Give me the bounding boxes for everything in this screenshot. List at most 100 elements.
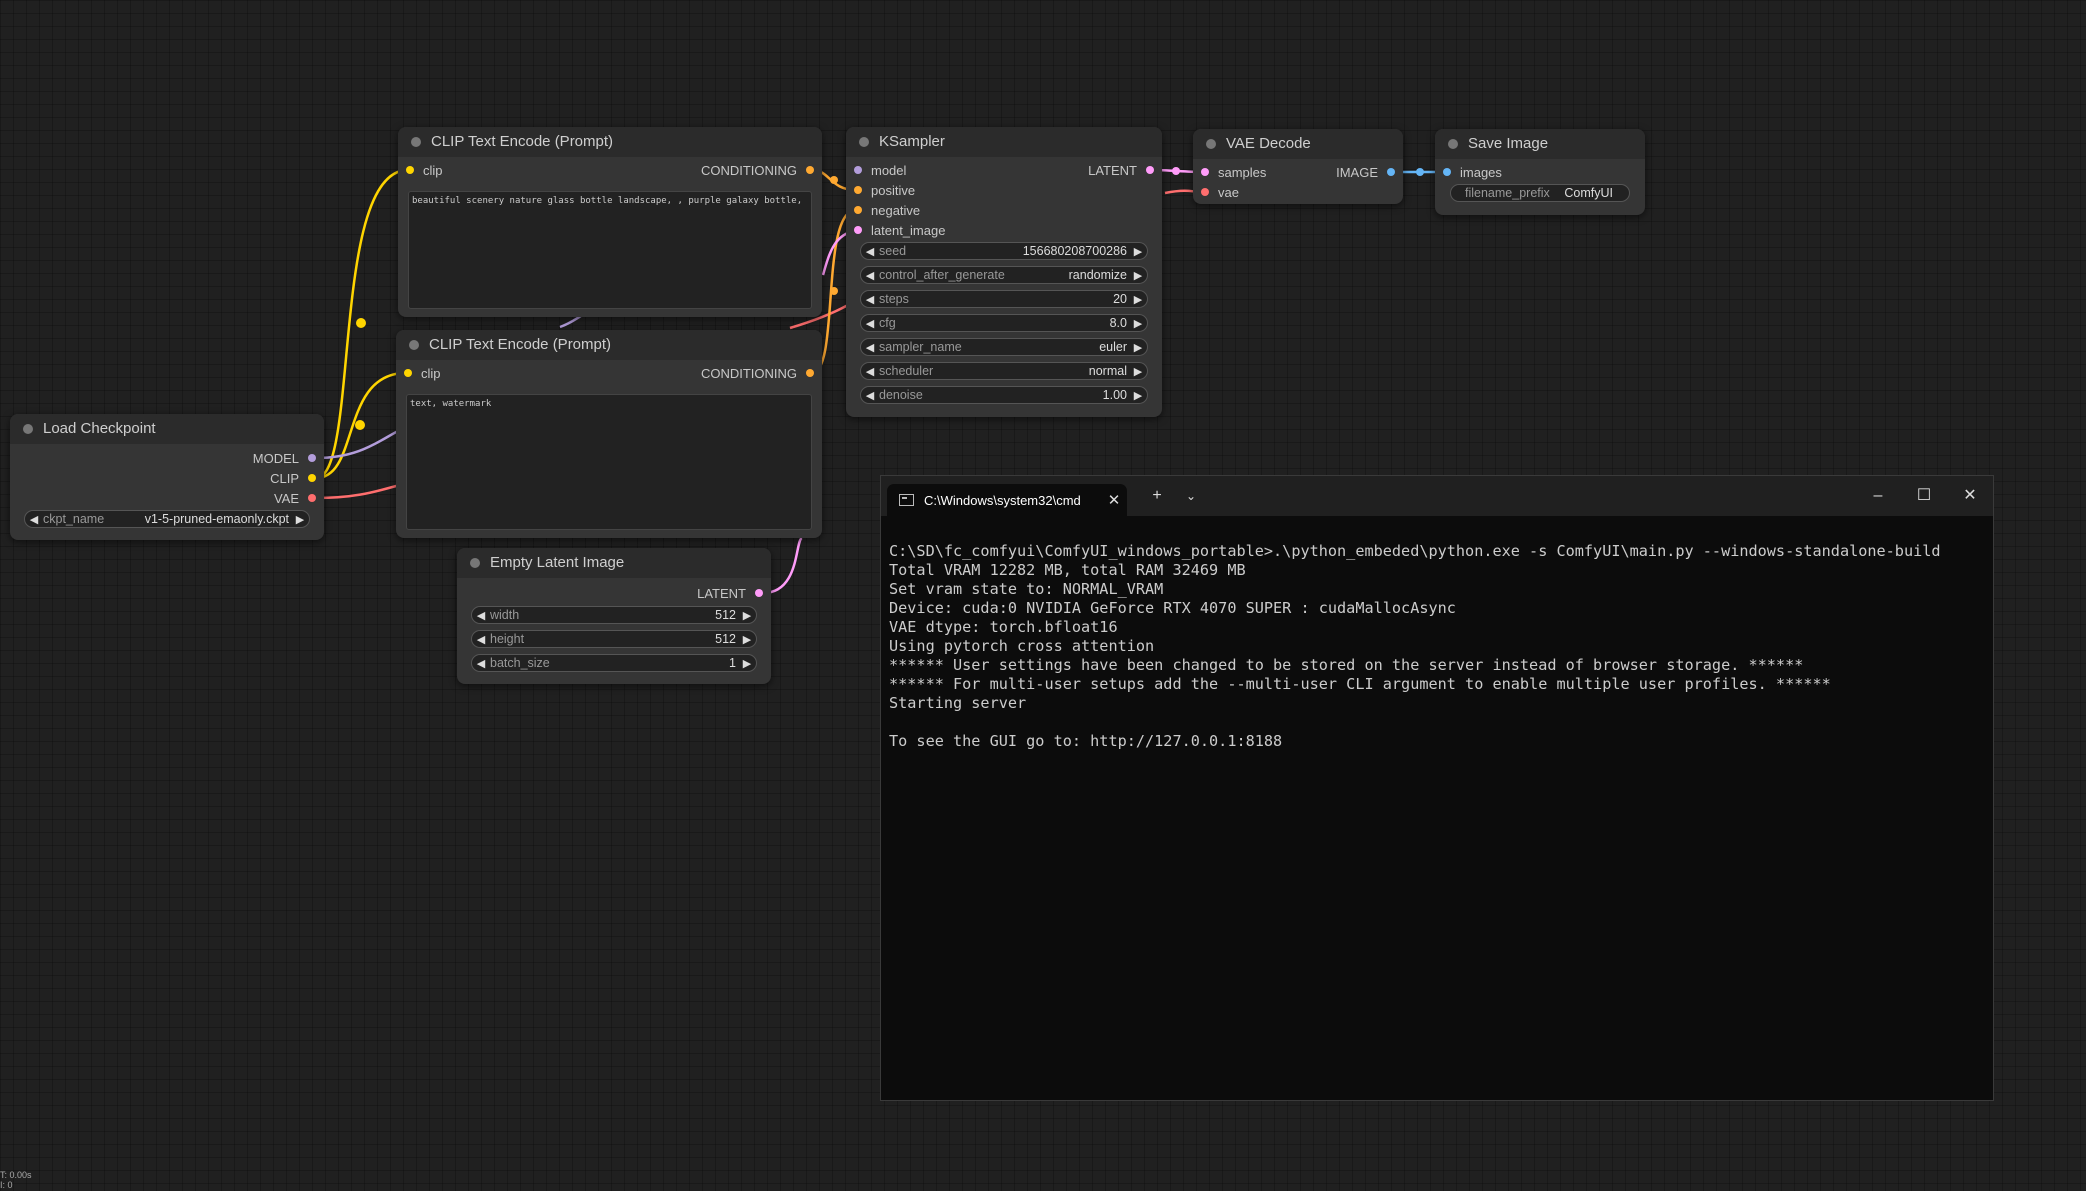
increment-arrow-icon[interactable]: ▶ <box>738 657 756 670</box>
decrement-arrow-icon[interactable]: ◀ <box>861 389 879 402</box>
increment-arrow-icon[interactable]: ▶ <box>738 633 756 646</box>
collapse-toggle[interactable] <box>859 137 869 147</box>
slot-dot[interactable] <box>854 186 862 194</box>
node-clip-text-encode-positive[interactable]: CLIP Text Encode (Prompt) clip CONDITION… <box>398 127 822 317</box>
widget-width[interactable]: ◀ width 512 ▶ <box>471 606 757 624</box>
node-header[interactable]: CLIP Text Encode (Prompt) <box>396 330 822 360</box>
slot-dot[interactable] <box>806 369 814 377</box>
increment-arrow-icon[interactable]: ▶ <box>1129 341 1147 354</box>
decrement-arrow-icon[interactable]: ◀ <box>861 317 879 330</box>
collapse-toggle[interactable] <box>470 558 480 568</box>
terminal-tab[interactable]: C:\Windows\system32\cmd ✕ <box>887 484 1127 516</box>
widget-batch-size[interactable]: ◀ batch_size 1 ▶ <box>471 654 757 672</box>
output-conditioning[interactable]: CONDITIONING <box>701 363 814 383</box>
node-header[interactable]: Empty Latent Image <box>457 548 771 578</box>
slot-dot[interactable] <box>404 369 412 377</box>
minimize-button[interactable]: – <box>1855 476 1901 516</box>
decrement-arrow-icon[interactable]: ◀ <box>472 657 490 670</box>
node-vae-decode[interactable]: VAE Decode samples vae IMAGE <box>1193 129 1403 204</box>
output-vae[interactable]: VAE <box>274 488 316 508</box>
close-window-button[interactable]: ✕ <box>1947 476 1993 516</box>
slot-dot[interactable] <box>1201 188 1209 196</box>
collapse-toggle[interactable] <box>1206 139 1216 149</box>
decrement-arrow-icon[interactable]: ◀ <box>861 365 879 378</box>
decrement-arrow-icon[interactable]: ◀ <box>472 609 490 622</box>
slot-dot[interactable] <box>806 166 814 174</box>
input-negative[interactable]: negative <box>854 200 920 220</box>
widget-sampler-name[interactable]: ◀ sampler_name euler ▶ <box>860 338 1148 356</box>
decrement-arrow-icon[interactable]: ◀ <box>861 245 879 258</box>
input-latent-image[interactable]: latent_image <box>854 220 945 240</box>
collapse-toggle[interactable] <box>1448 139 1458 149</box>
node-header[interactable]: Save Image <box>1435 129 1645 159</box>
node-empty-latent-image[interactable]: Empty Latent Image LATENT ◀ width 512 ▶ … <box>457 548 771 684</box>
terminal-output[interactable]: C:\SD\fc_comfyui\ComfyUI_windows_portabl… <box>889 542 1985 1092</box>
decrement-arrow-icon[interactable]: ◀ <box>472 633 490 646</box>
output-model[interactable]: MODEL <box>253 448 316 468</box>
widget-ckpt-name[interactable]: ◀ ckpt_name v1-5-pruned-emaonly.ckpt ▶ <box>24 510 310 528</box>
increment-arrow-icon[interactable]: ▶ <box>1129 269 1147 282</box>
output-clip[interactable]: CLIP <box>270 468 316 488</box>
node-header[interactable]: CLIP Text Encode (Prompt) <box>398 127 822 157</box>
widget-seed[interactable]: ◀ seed 156680208700286 ▶ <box>860 242 1148 260</box>
prompt-textarea[interactable]: beautiful scenery nature glass bottle la… <box>408 191 812 309</box>
increment-arrow-icon[interactable]: ▶ <box>1129 365 1147 378</box>
terminal-titlebar[interactable]: C:\Windows\system32\cmd ✕ + ⌄ – ☐ ✕ <box>881 476 1993 516</box>
input-clip[interactable]: clip <box>404 363 441 383</box>
slot-dot[interactable] <box>308 454 316 462</box>
input-clip[interactable]: clip <box>406 160 443 180</box>
slot-dot[interactable] <box>755 589 763 597</box>
collapse-toggle[interactable] <box>23 424 33 434</box>
increment-arrow-icon[interactable]: ▶ <box>738 609 756 622</box>
output-image[interactable]: IMAGE <box>1336 162 1395 182</box>
widget-denoise[interactable]: ◀ denoise 1.00 ▶ <box>860 386 1148 404</box>
input-samples[interactable]: samples <box>1201 162 1266 182</box>
decrement-arrow-icon[interactable]: ◀ <box>861 293 879 306</box>
output-latent[interactable]: LATENT <box>697 583 763 603</box>
slot-dot[interactable] <box>1387 168 1395 176</box>
slot-dot[interactable] <box>308 474 316 482</box>
decrement-arrow-icon[interactable]: ◀ <box>25 513 43 526</box>
node-header[interactable]: Load Checkpoint <box>10 414 324 444</box>
input-vae[interactable]: vae <box>1201 182 1239 202</box>
input-images[interactable]: images <box>1443 162 1502 182</box>
input-model[interactable]: model <box>854 160 906 180</box>
increment-arrow-icon[interactable]: ▶ <box>1129 245 1147 258</box>
node-header[interactable]: VAE Decode <box>1193 129 1403 159</box>
tab-close-icon[interactable]: ✕ <box>1101 491 1127 509</box>
slot-dot[interactable] <box>308 494 316 502</box>
slot-dot[interactable] <box>406 166 414 174</box>
collapse-toggle[interactable] <box>411 137 421 147</box>
prompt-textarea[interactable]: text, watermark <box>406 394 812 530</box>
slot-dot[interactable] <box>854 226 862 234</box>
maximize-button[interactable]: ☐ <box>1901 476 1947 516</box>
widget-control-after-generate[interactable]: ◀ control_after_generate randomize ▶ <box>860 266 1148 284</box>
increment-arrow-icon[interactable]: ▶ <box>1129 293 1147 306</box>
decrement-arrow-icon[interactable]: ◀ <box>861 341 879 354</box>
slot-dot[interactable] <box>1443 168 1451 176</box>
increment-arrow-icon[interactable]: ▶ <box>291 513 309 526</box>
node-save-image[interactable]: Save Image images filename_prefix ComfyU… <box>1435 129 1645 215</box>
node-ksampler[interactable]: KSampler model positive negative latent_… <box>846 127 1162 417</box>
node-clip-text-encode-negative[interactable]: CLIP Text Encode (Prompt) clip CONDITION… <box>396 330 822 538</box>
widget-steps[interactable]: ◀ steps 20 ▶ <box>860 290 1148 308</box>
new-tab-button[interactable]: + <box>1139 476 1175 516</box>
input-positive[interactable]: positive <box>854 180 915 200</box>
collapse-toggle[interactable] <box>409 340 419 350</box>
tab-dropdown-chevron-icon[interactable]: ⌄ <box>1175 476 1207 516</box>
decrement-arrow-icon[interactable]: ◀ <box>861 269 879 282</box>
widget-filename-prefix[interactable]: filename_prefix ComfyUI <box>1450 184 1630 202</box>
node-header[interactable]: KSampler <box>846 127 1162 157</box>
increment-arrow-icon[interactable]: ▶ <box>1129 389 1147 402</box>
slot-dot[interactable] <box>854 206 862 214</box>
node-load-checkpoint[interactable]: Load Checkpoint MODEL CLIP VAE ◀ ckpt_na… <box>10 414 324 540</box>
widget-scheduler[interactable]: ◀ scheduler normal ▶ <box>860 362 1148 380</box>
widget-cfg[interactable]: ◀ cfg 8.0 ▶ <box>860 314 1148 332</box>
widget-height[interactable]: ◀ height 512 ▶ <box>471 630 757 648</box>
output-conditioning[interactable]: CONDITIONING <box>701 160 814 180</box>
slot-dot[interactable] <box>1146 166 1154 174</box>
slot-dot[interactable] <box>854 166 862 174</box>
output-latent[interactable]: LATENT <box>1088 160 1154 180</box>
increment-arrow-icon[interactable]: ▶ <box>1129 317 1147 330</box>
terminal-window[interactable]: C:\Windows\system32\cmd ✕ + ⌄ – ☐ ✕ C:\S… <box>880 475 1994 1101</box>
